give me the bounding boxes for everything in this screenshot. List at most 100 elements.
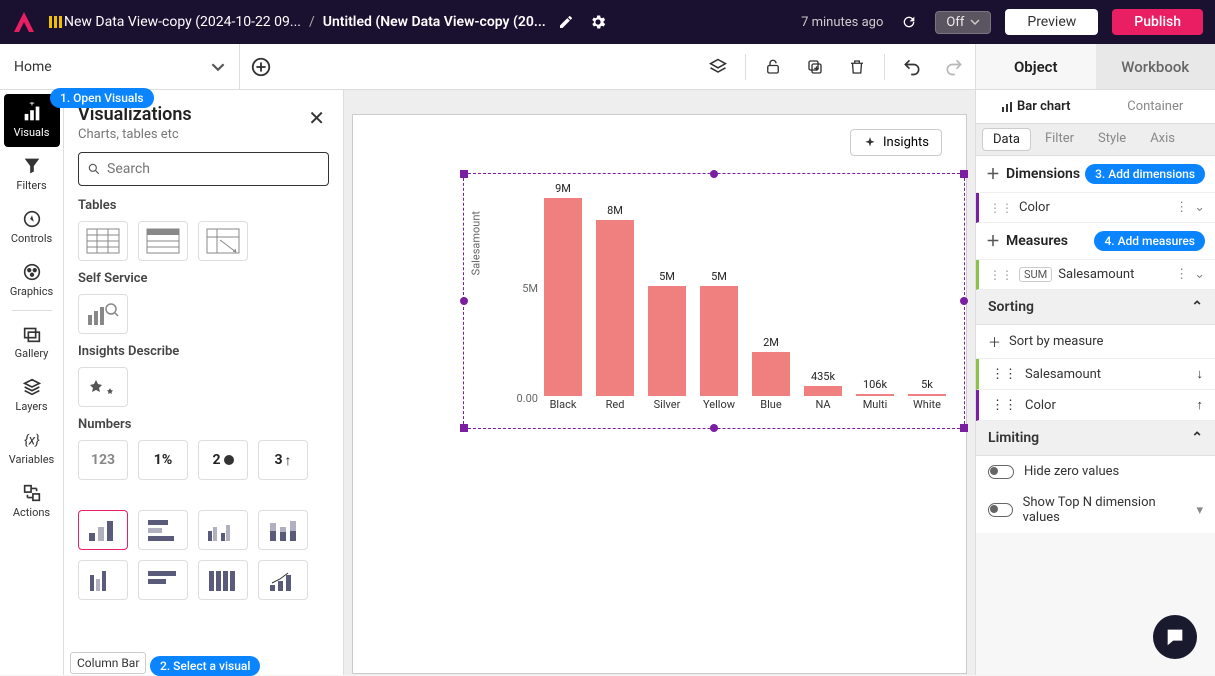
viz-bar-stacked[interactable] [258,510,308,550]
viz-bar-horizontal[interactable] [138,510,188,550]
add-measure-icon[interactable]: ＋ [986,231,1000,251]
viz-column-bar[interactable] [78,510,128,550]
limiting-header[interactable]: Limiting ⌃ [976,421,1215,456]
drag-handle-icon[interactable]: ⋮⋮ [991,398,1017,413]
dimension-field-color[interactable]: ⋮⋮ Color ⋮ ⌄ [976,193,1215,223]
nav-controls[interactable]: Controls [4,200,60,253]
viz-table-basic[interactable] [78,221,128,261]
sort-color[interactable]: ⋮⋮ Color ↑ [976,390,1215,421]
add-dimension-icon[interactable]: ＋ [986,164,1000,184]
help-chat-button[interactable] [1153,615,1197,659]
breadcrumb-dataview[interactable]: New Data View-copy (2024-10-22 09... [64,14,301,30]
prop-tab-data[interactable]: Data [982,128,1031,151]
resize-handle[interactable] [460,297,468,305]
subtab-container[interactable]: Container [1096,90,1215,123]
viz-kpi-percent[interactable]: 1% [138,440,188,480]
resize-handle[interactable] [710,424,718,432]
breadcrumb-current[interactable]: Untitled (New Data View-copy (20... [323,14,546,30]
nav-filters[interactable]: Filters [4,147,60,200]
viz-kpi-dot[interactable]: 2 [198,440,248,480]
duplicate-icon[interactable] [794,44,836,89]
insights-button[interactable]: Insights [850,129,942,156]
chevron-down-icon[interactable]: ▾ [1196,503,1203,518]
report-page[interactable]: Insights Salesamount 0.005M 9M8M5M5M2M43… [352,114,967,674]
field-menu-icon[interactable]: ⋮ [1175,267,1188,282]
toggle-switch[interactable] [988,503,1013,517]
add-page-button[interactable] [240,44,282,89]
chart-bar: 5M [700,286,738,396]
prop-tab-axis[interactable]: Axis [1140,128,1185,151]
viz-insights-describe[interactable] [78,367,128,407]
callout-add-measures: 4. Add measures [1094,231,1205,251]
edit-title-icon[interactable] [554,10,578,34]
viz-chart-b[interactable] [138,560,188,600]
viz-self-service[interactable] [78,294,128,334]
viz-chart-d[interactable] [258,560,308,600]
tab-object[interactable]: Object [976,44,1096,89]
toggle-topn[interactable]: Show Top N dimension values ▾ [976,487,1215,533]
delete-icon[interactable] [836,44,878,89]
chart-bar: 435k [804,386,842,396]
subtab-bar-chart[interactable]: Bar chart [976,90,1096,123]
sort-salesamount[interactable]: ⋮⋮ Salesamount ↓ [976,359,1215,390]
nav-actions-label: Actions [13,506,50,519]
viz-kpi-arrow[interactable]: 3↑ [258,440,308,480]
sort-asc-icon[interactable]: ↑ [1197,397,1204,413]
viz-search[interactable] [78,152,329,186]
chevron-down-icon[interactable]: ⌄ [1194,200,1205,215]
viz-table-pivot[interactable] [198,221,248,261]
nav-actions[interactable]: Actions [4,474,60,527]
chart-bar: 9M [544,198,582,396]
refresh-icon[interactable] [897,10,921,34]
resize-handle[interactable] [460,424,468,432]
chart-selection[interactable]: Salesamount 0.005M 9M8M5M5M2M435k106k5k … [463,173,965,429]
drag-handle-icon[interactable]: ⋮⋮ [989,201,1013,215]
resize-handle[interactable] [460,170,468,178]
nav-variables[interactable]: {x} Variables [4,421,60,474]
measure-field-salesamount[interactable]: ⋮⋮ SUM Salesamount ⋮ ⌄ [976,260,1215,290]
viz-chart-a[interactable] [78,560,128,600]
field-menu-icon[interactable]: ⋮ [1175,200,1188,215]
viz-search-input[interactable] [107,161,320,177]
prop-tab-style[interactable]: Style [1088,128,1136,151]
viz-kpi-number[interactable]: 123 [78,440,128,480]
sorting-header[interactable]: Sorting ⌃ [976,290,1215,325]
resize-handle[interactable] [960,297,968,305]
drag-handle-icon[interactable]: ⋮⋮ [991,367,1017,382]
nav-gallery[interactable]: Gallery [4,315,60,368]
data-source-icon [48,14,64,30]
lock-icon[interactable] [752,44,794,89]
page-selector[interactable]: Home [0,44,240,89]
bar-chart-icon [1001,101,1013,113]
toggle-hide-zero[interactable]: Hide zero values [976,456,1215,487]
sort-desc-icon[interactable]: ↓ [1197,366,1204,382]
y-tick-label: 5M [522,282,538,295]
plus-icon[interactable]: ＋ [988,332,1001,351]
drag-handle-icon[interactable]: ⋮⋮ [989,268,1013,282]
redo-icon[interactable] [933,44,975,89]
callout-select-visual: 2. Select a visual [150,656,260,676]
undo-icon[interactable] [891,44,933,89]
aggregation-badge[interactable]: SUM [1019,267,1052,282]
sort-by-measure-row[interactable]: ＋ Sort by measure [976,325,1215,359]
chevron-down-icon[interactable]: ⌄ [1194,267,1205,282]
prop-tab-filter[interactable]: Filter [1035,128,1084,151]
viz-table-header[interactable] [138,221,188,261]
resize-handle[interactable] [960,424,968,432]
settings-icon[interactable] [586,10,610,34]
sparkle-icon [863,136,877,150]
tab-workbook[interactable]: Workbook [1096,44,1215,89]
auto-refresh-dropdown[interactable]: Off [935,11,991,34]
layers-toggle-icon[interactable] [697,44,739,89]
close-panel-icon[interactable]: ✕ [304,104,329,132]
svg-text:{x}: {x} [24,433,40,449]
viz-chart-c[interactable] [198,560,248,600]
viz-bar-grouped[interactable] [198,510,248,550]
nav-layers[interactable]: Layers [4,368,60,421]
resize-handle[interactable] [960,170,968,178]
toggle-switch[interactable] [988,465,1014,479]
publish-button[interactable]: Publish [1112,9,1203,35]
resize-handle[interactable] [710,170,718,178]
nav-graphics[interactable]: Graphics [4,253,60,306]
preview-button[interactable]: Preview [1005,9,1098,35]
